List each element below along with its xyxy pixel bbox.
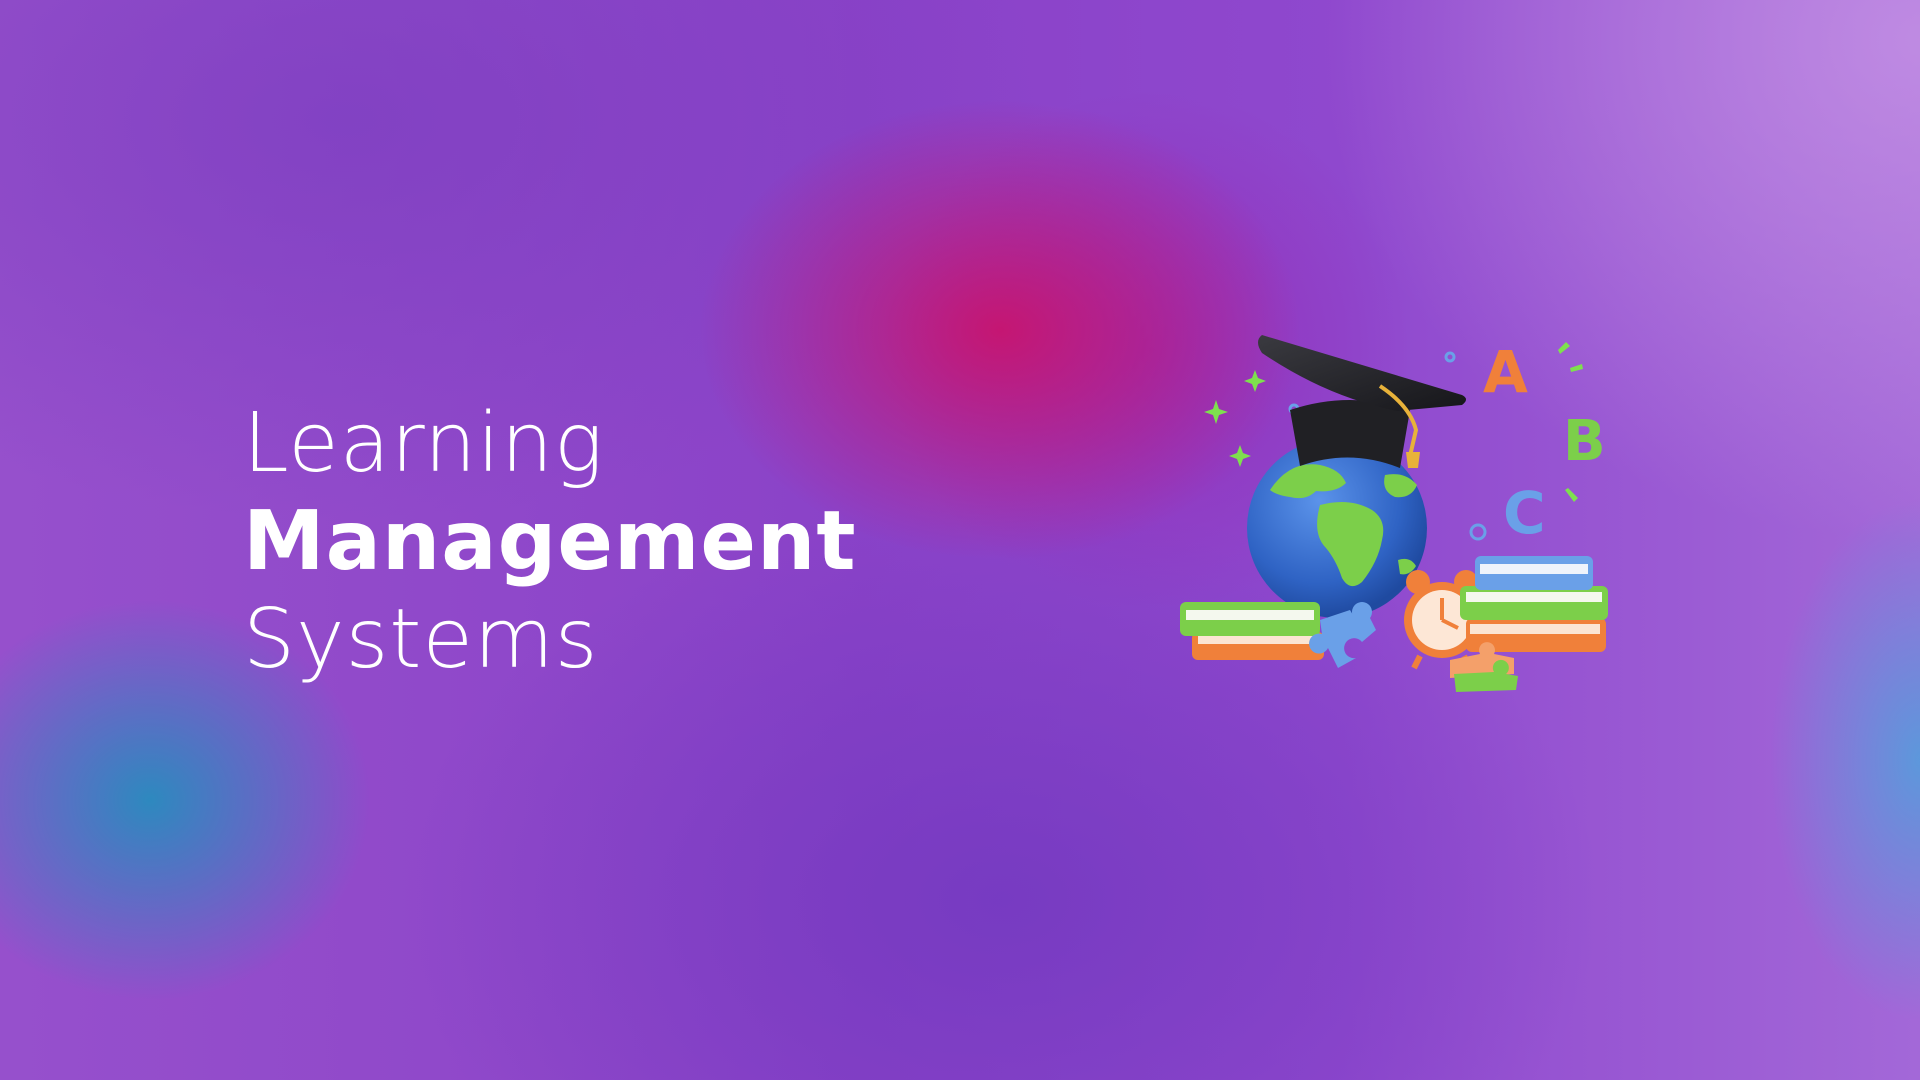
book-stack-left-icon <box>1180 602 1324 660</box>
page-title: Learning Management Systems <box>243 395 857 689</box>
letter-a-icon: A <box>1483 338 1528 406</box>
graduation-cap-icon <box>1258 335 1466 468</box>
letter-c-icon: C <box>1503 479 1546 547</box>
abc-letters: A B C <box>1483 338 1606 547</box>
title-line-management: Management <box>243 494 857 589</box>
title-line-systems: Systems <box>243 592 599 687</box>
book-stack-right-icon <box>1460 556 1608 652</box>
sparkle-icon <box>1204 370 1266 467</box>
education-illustration: A B C <box>1180 335 1608 692</box>
title-line-learning: Learning <box>243 396 605 491</box>
letter-b-icon: B <box>1563 409 1606 474</box>
